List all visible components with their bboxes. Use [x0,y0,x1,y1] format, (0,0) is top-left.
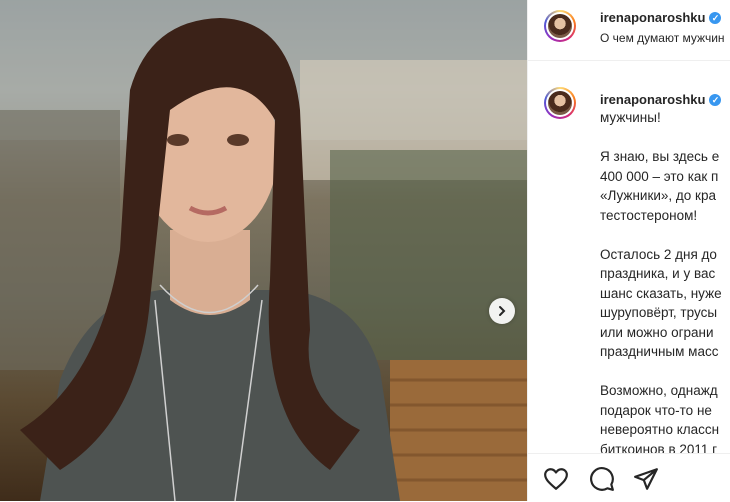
photo-illustration [0,0,527,501]
post-photo[interactable] [0,0,527,501]
heart-icon[interactable] [543,466,569,492]
post-caption: мужчины! Я знаю, вы здесь е 400 000 – эт… [600,110,722,457]
comment-icon[interactable] [589,466,615,492]
share-icon[interactable] [633,466,659,492]
chevron-right-icon [499,306,506,316]
next-photo-button[interactable] [489,298,515,324]
caption-avatar[interactable] [544,87,576,119]
header-username[interactable]: irenaponaroshku ✓ [600,10,722,25]
action-bar [528,453,730,502]
verified-badge-icon: ✓ [709,94,722,106]
verified-badge-icon: ✓ [709,12,722,24]
header-subtitle: О чем думают мужчин [600,31,725,45]
avatar-image [548,91,572,115]
avatar[interactable] [544,10,576,42]
post-header: irenaponaroshku ✓ О чем думают мужчин [528,0,730,61]
caption-username[interactable]: irenaponaroshku ✓ [600,92,722,107]
avatar-image [548,14,572,38]
post-sidebar: irenaponaroshku ✓ О чем думают мужчин ire… [527,0,730,502]
